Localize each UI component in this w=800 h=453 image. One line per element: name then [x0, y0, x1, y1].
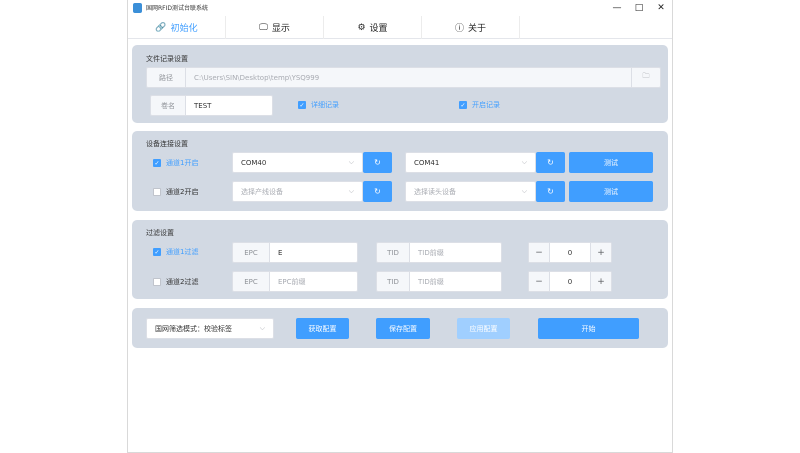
save-config-button[interactable]: 保存配置 — [376, 318, 430, 339]
channel2-count-stepper[interactable]: − 0 + — [528, 271, 612, 292]
gear-icon: ⚙ — [357, 22, 366, 33]
select-placeholder: 选择读头设备 — [414, 187, 456, 196]
refresh-button[interactable]: ↻ — [363, 152, 392, 173]
monitor-icon: 🖵 — [259, 22, 268, 33]
stepper-value[interactable]: 0 — [549, 272, 591, 291]
stepper-value[interactable]: 0 — [549, 243, 591, 262]
app-icon — [133, 3, 142, 13]
channel2-filter-checkbox[interactable]: 通道2过滤 — [153, 277, 198, 287]
close-button[interactable]: ✕ — [650, 0, 672, 16]
decrement-button[interactable]: − — [529, 243, 549, 262]
chevron-down-icon: ⌵ — [348, 158, 354, 166]
detail-log-checkbox[interactable]: ✓ 详细记录 — [298, 100, 339, 110]
refresh-icon: ↻ — [547, 187, 554, 196]
refresh-button[interactable]: ↻ — [536, 152, 565, 173]
select-value: COM41 — [414, 158, 440, 167]
tab-label: 设置 — [369, 24, 388, 34]
select-value: 国网筛选模式：校验标签 — [155, 324, 232, 333]
checkbox-label: 通道2开启 — [166, 188, 199, 196]
select-placeholder: 选择产线设备 — [241, 187, 283, 196]
minimize-button[interactable]: — — [606, 0, 628, 16]
path-input[interactable]: C:\Users\SIN\Desktop\temp\YSQ999 — [185, 67, 632, 88]
apply-config-button[interactable]: 应用配置 — [457, 318, 510, 339]
enable-log-checkbox[interactable]: ✓ 开启记录 — [459, 100, 500, 110]
channel1-filter-checkbox[interactable]: ✓ 通道1过滤 — [153, 247, 198, 257]
epc-label: EPC — [232, 242, 270, 263]
channel2-port-b-select[interactable]: 选择读头设备 ⌵ — [405, 181, 536, 202]
chevron-down-icon: ⌵ — [521, 158, 527, 166]
filter-settings-panel: 过滤设置 ✓ 通道1过滤 EPC E TID TID前缀 − 0 + 通道2过滤… — [132, 220, 668, 299]
title-bar: 国网RFID测试台联系统 — □ ✕ — [128, 0, 672, 16]
refresh-icon: ↻ — [547, 158, 554, 167]
increment-button[interactable]: + — [591, 243, 611, 262]
maximize-button[interactable]: □ — [628, 0, 650, 16]
channel2-tid-input[interactable]: TID前缀 — [409, 271, 502, 292]
tab-bar: 🔗 初始化 🖵 显示 ⚙ 设置 ⓘ 关于 — [128, 16, 672, 39]
checkbox-label: 通道1开启 — [166, 159, 199, 167]
select-value: COM40 — [241, 158, 267, 167]
tab-label: 关于 — [468, 24, 487, 34]
tid-label: TID — [376, 271, 410, 292]
channel1-test-button[interactable]: 测试 — [569, 152, 653, 173]
channel1-tid-input[interactable]: TID前缀 — [409, 242, 502, 263]
check-icon: ✓ — [153, 159, 161, 167]
checkbox-box — [153, 278, 161, 286]
channel1-port-b-select[interactable]: COM41 ⌵ — [405, 152, 536, 173]
log-settings-panel: 文件记录设置 路径 C:\Users\SIN\Desktop\temp\YSQ9… — [132, 45, 668, 123]
checkbox-label: 通道1过滤 — [166, 248, 199, 256]
refresh-icon: ↻ — [374, 158, 381, 167]
window-title: 国网RFID测试台联系统 — [146, 5, 209, 12]
tab-settings[interactable]: ⚙ 设置 — [324, 16, 422, 39]
channel1-enable-checkbox[interactable]: ✓ 通道1开启 — [153, 158, 198, 168]
tab-init[interactable]: 🔗 初始化 — [128, 16, 226, 39]
filter-mode-select[interactable]: 国网筛选模式：校验标签 ⌵ — [146, 318, 274, 339]
decrement-button[interactable]: − — [529, 272, 549, 291]
folder-button[interactable]: 🗀 — [631, 67, 661, 88]
refresh-button[interactable]: ↻ — [363, 181, 392, 202]
epc-label: EPC — [232, 271, 270, 292]
channel2-enable-checkbox[interactable]: 通道2开启 — [153, 187, 198, 197]
checkbox-label: 详细记录 — [311, 101, 339, 109]
panel-title: 过滤设置 — [146, 229, 174, 237]
checkbox-box — [153, 188, 161, 196]
check-icon: ✓ — [298, 101, 306, 109]
folder-icon: 🗀 — [642, 72, 650, 80]
start-button[interactable]: 开始 — [538, 318, 639, 339]
link-icon: 🔗 — [155, 22, 167, 33]
check-icon: ✓ — [459, 101, 467, 109]
device-settings-panel: 设备连接设置 ✓ 通道1开启 COM40 ⌵ ↻ COM41 ⌵ ↻ 测试 通道… — [132, 131, 668, 211]
channel1-port-a-select[interactable]: COM40 ⌵ — [232, 152, 363, 173]
channel2-test-button[interactable]: 测试 — [569, 181, 653, 202]
panel-title: 设备连接设置 — [146, 140, 188, 148]
app-window: 国网RFID测试台联系统 — □ ✕ 🔗 初始化 🖵 显示 ⚙ 设置 ⓘ 关于 … — [127, 0, 673, 453]
chevron-down-icon: ⌵ — [348, 187, 354, 195]
channel1-epc-input[interactable]: E — [269, 242, 358, 263]
get-config-button[interactable]: 获取配置 — [296, 318, 349, 339]
chevron-down-icon: ⌵ — [259, 324, 265, 332]
name-input[interactable]: TEST — [185, 95, 273, 116]
checkbox-label: 通道2过滤 — [166, 278, 199, 286]
action-panel: 国网筛选模式：校验标签 ⌵ 获取配置 保存配置 应用配置 开始 — [132, 308, 668, 348]
channel2-port-a-select[interactable]: 选择产线设备 ⌵ — [232, 181, 363, 202]
tab-display[interactable]: 🖵 显示 — [226, 16, 324, 39]
name-label: 卷名 — [150, 95, 186, 116]
channel1-count-stepper[interactable]: − 0 + — [528, 242, 612, 263]
tab-label: 初始化 — [170, 24, 198, 34]
tab-about[interactable]: ⓘ 关于 — [422, 16, 520, 39]
info-icon: ⓘ — [454, 24, 464, 34]
increment-button[interactable]: + — [591, 272, 611, 291]
refresh-button[interactable]: ↻ — [536, 181, 565, 202]
tid-label: TID — [376, 242, 410, 263]
chevron-down-icon: ⌵ — [521, 187, 527, 195]
refresh-icon: ↻ — [374, 187, 381, 196]
panel-title: 文件记录设置 — [146, 55, 188, 63]
tab-label: 显示 — [271, 24, 290, 34]
path-label: 路径 — [146, 67, 186, 88]
check-icon: ✓ — [153, 248, 161, 256]
checkbox-label: 开启记录 — [472, 101, 500, 109]
channel2-epc-input[interactable]: EPC前缀 — [269, 271, 358, 292]
